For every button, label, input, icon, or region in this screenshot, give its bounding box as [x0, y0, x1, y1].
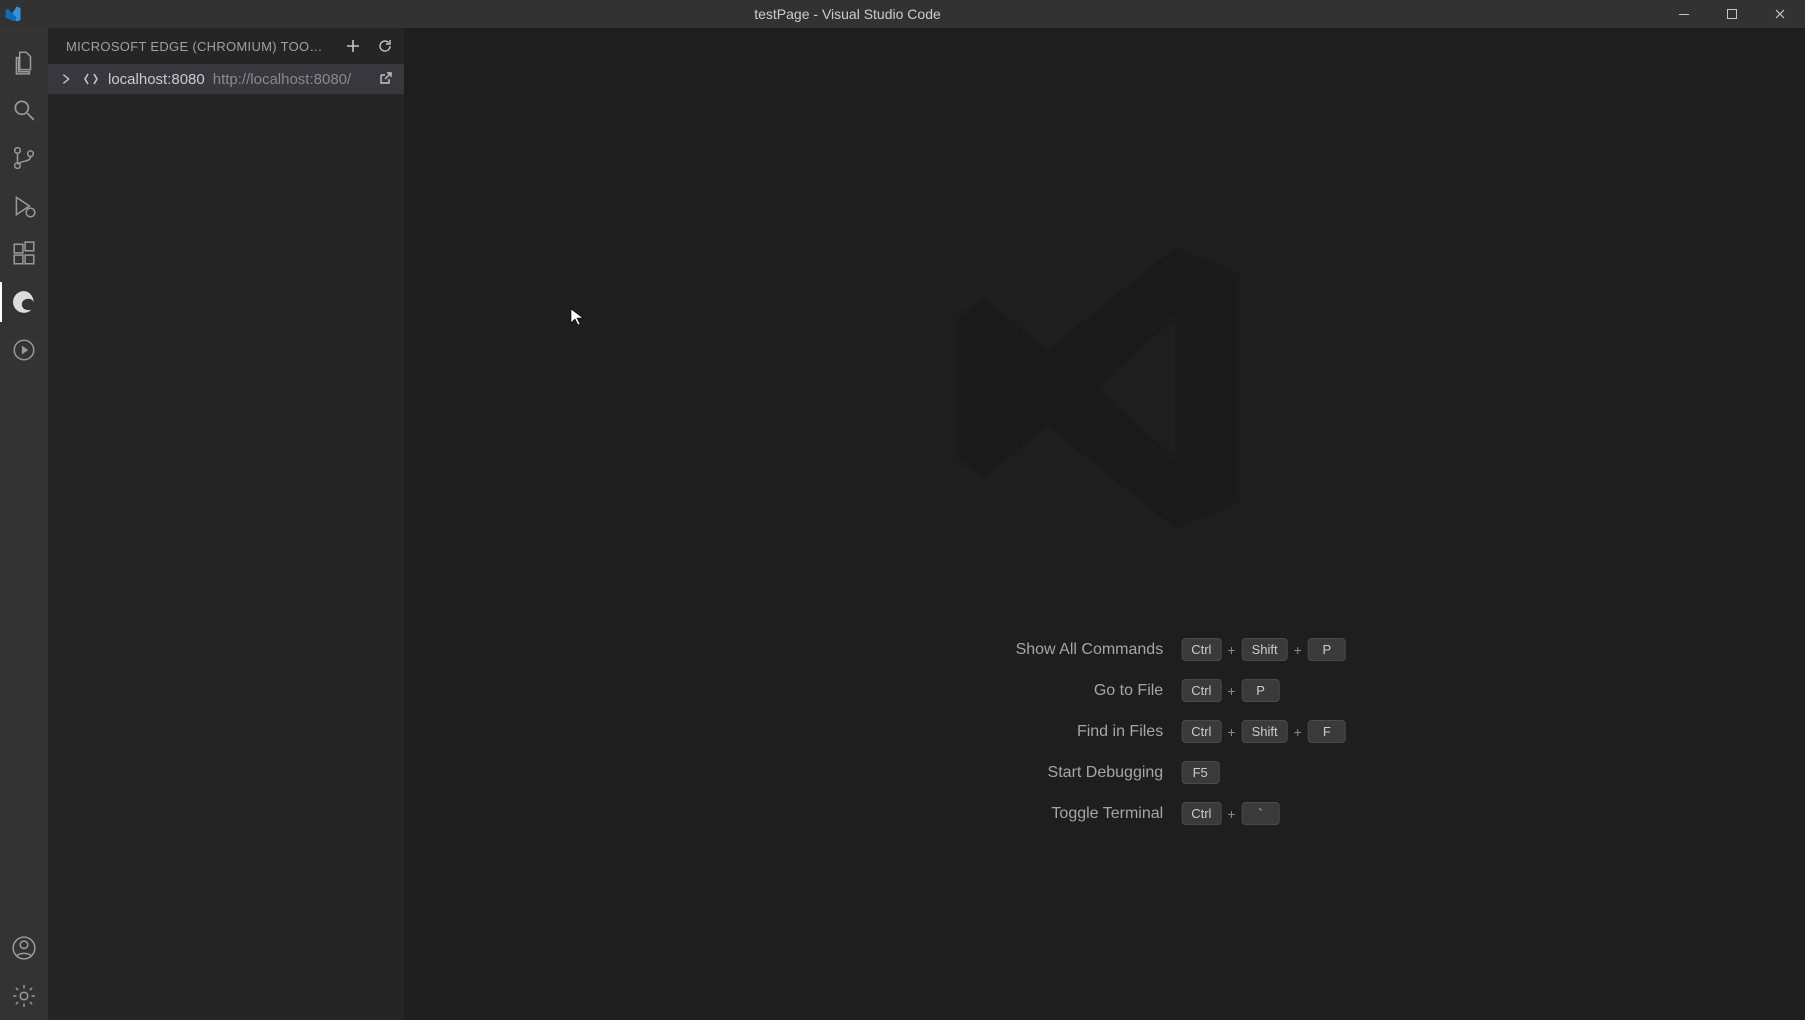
kbd: P — [1308, 638, 1346, 661]
tip-row: Show All Commands Ctrl + Shift + P — [863, 638, 1346, 661]
activity-accounts[interactable] — [0, 924, 48, 972]
window-controls — [1661, 0, 1805, 28]
side-panel-header: MICROSOFT EDGE (CHROMIUM) TOO… — [48, 28, 404, 64]
run-debug-icon — [11, 193, 37, 219]
key-plus: + — [1294, 724, 1302, 740]
chevron[interactable] — [58, 72, 74, 86]
search-icon — [11, 97, 37, 123]
kbd: F — [1308, 720, 1346, 743]
tip-keys: Ctrl + Shift + F — [1181, 720, 1346, 743]
activity-extensions[interactable] — [0, 230, 48, 278]
kbd: P — [1242, 679, 1280, 702]
minimize-icon — [1678, 8, 1690, 20]
play-circle-icon — [11, 337, 37, 363]
activity-edge-tools[interactable] — [0, 278, 48, 326]
app-logo — [0, 5, 34, 23]
key-plus: + — [1227, 806, 1235, 822]
activity-search[interactable] — [0, 86, 48, 134]
tip-row: Find in Files Ctrl + Shift + F — [863, 720, 1346, 743]
key-plus: + — [1294, 642, 1302, 658]
extensions-icon — [11, 241, 37, 267]
tip-label: Find in Files — [863, 723, 1163, 741]
kbd: Ctrl — [1181, 802, 1221, 825]
target-url: http://localhost:8080/ — [213, 71, 351, 88]
key-plus: + — [1227, 724, 1235, 740]
debug-target-row[interactable]: localhost:8080 http://localhost:8080/ — [48, 64, 404, 94]
mouse-cursor — [570, 308, 584, 326]
kbd: Shift — [1242, 638, 1288, 661]
tip-label: Show All Commands — [863, 641, 1163, 659]
tip-row: Toggle Terminal Ctrl + ` — [863, 802, 1346, 825]
branch-icon — [11, 145, 37, 171]
kbd: ` — [1242, 802, 1280, 825]
minimize-button[interactable] — [1661, 0, 1707, 28]
target-kind-icon — [82, 71, 100, 87]
tip-row: Go to File Ctrl + P — [863, 679, 1346, 702]
watermark — [945, 228, 1265, 552]
kbd: Shift — [1242, 720, 1288, 743]
kbd: F5 — [1181, 761, 1219, 784]
tip-label: Toggle Terminal — [863, 805, 1163, 823]
side-panel-actions — [342, 35, 396, 57]
activity-source-control[interactable] — [0, 134, 48, 182]
key-plus: + — [1227, 683, 1235, 699]
welcome-tips: Show All Commands Ctrl + Shift + P Go to File C… — [863, 638, 1346, 825]
maximize-icon — [1726, 8, 1738, 20]
tip-row: Start Debugging F5 — [863, 761, 1346, 784]
gear-icon — [11, 983, 37, 1009]
tip-label: Go to File — [863, 682, 1163, 700]
activity-bar — [0, 28, 48, 1020]
kbd: Ctrl — [1181, 638, 1221, 661]
activity-run-debug[interactable] — [0, 182, 48, 230]
target-name: localhost:8080 — [108, 71, 205, 88]
tip-label: Start Debugging — [863, 764, 1163, 782]
plus-icon — [345, 38, 361, 54]
activity-explorer[interactable] — [0, 38, 48, 86]
new-target-button[interactable] — [342, 35, 364, 57]
tip-keys: Ctrl + P — [1181, 679, 1321, 702]
chevron-right-icon — [59, 72, 73, 86]
refresh-icon — [377, 38, 393, 54]
files-icon — [11, 49, 37, 75]
cursor-icon — [570, 308, 584, 326]
refresh-button[interactable] — [374, 35, 396, 57]
tip-keys: Ctrl + ` — [1181, 802, 1321, 825]
close-icon — [1774, 8, 1786, 20]
brackets-icon — [83, 71, 99, 87]
kbd: Ctrl — [1181, 720, 1221, 743]
key-plus: + — [1227, 642, 1235, 658]
maximize-button[interactable] — [1709, 0, 1755, 28]
editor-area: Show All Commands Ctrl + Shift + P Go to File C… — [404, 28, 1805, 1020]
edge-icon — [11, 289, 37, 315]
window-title: testPage - Visual Studio Code — [34, 6, 1661, 22]
side-panel: MICROSOFT EDGE (CHROMIUM) TOO… localhost… — [48, 28, 404, 1020]
kbd: Ctrl — [1181, 679, 1221, 702]
tip-keys: F5 — [1181, 761, 1321, 784]
vscode-logo-icon — [4, 5, 22, 23]
activity-settings[interactable] — [0, 972, 48, 1020]
open-external-icon — [377, 71, 393, 87]
activity-live-server[interactable] — [0, 326, 48, 374]
side-panel-title: MICROSOFT EDGE (CHROMIUM) TOO… — [66, 39, 342, 54]
title-bar: testPage - Visual Studio Code — [0, 0, 1805, 28]
vscode-watermark-icon — [945, 228, 1265, 548]
close-button[interactable] — [1757, 0, 1803, 28]
account-icon — [11, 935, 37, 961]
tip-keys: Ctrl + Shift + P — [1181, 638, 1346, 661]
open-target-button[interactable] — [374, 71, 396, 87]
